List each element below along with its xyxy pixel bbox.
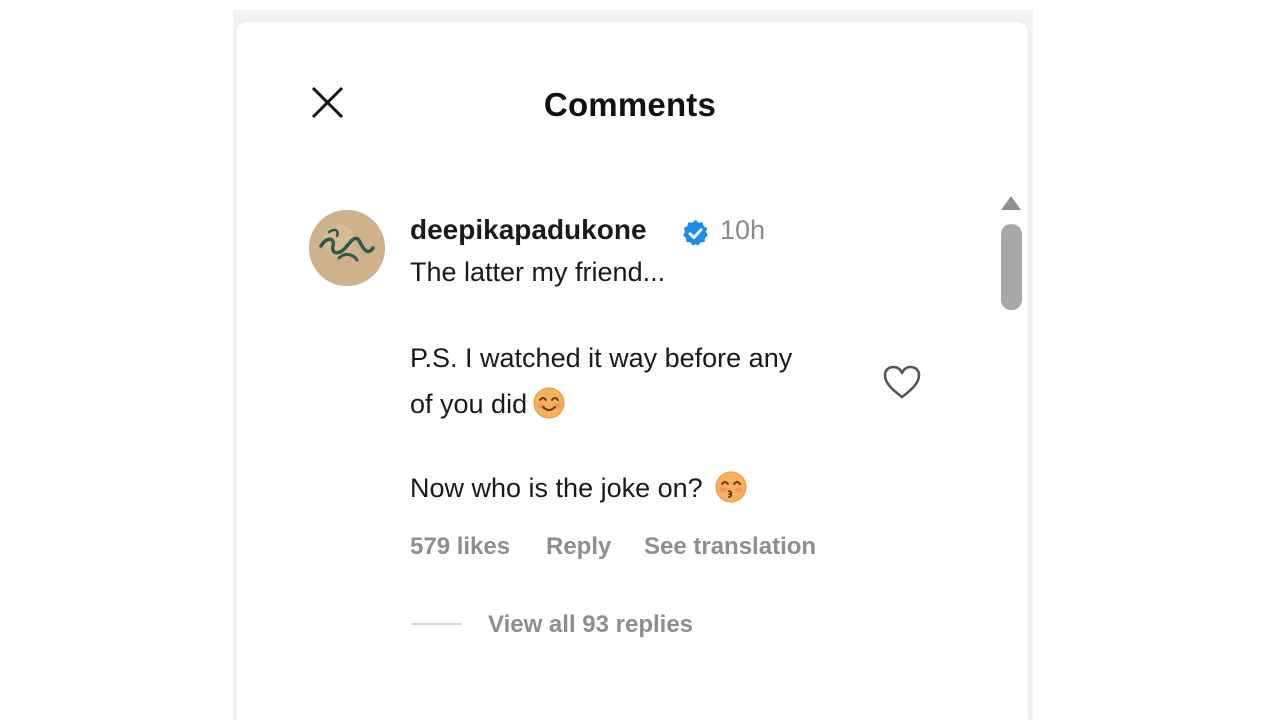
avatar[interactable] <box>309 210 385 286</box>
smiling-face-with-smiling-eyes-emoji <box>533 387 565 419</box>
close-icon <box>311 86 344 119</box>
comment-text-line-3-text: of you did <box>410 389 528 419</box>
avatar-image <box>309 210 385 286</box>
scrollbar-thumb[interactable] <box>1001 224 1022 310</box>
comment-text-line-2: P.S. I watched it way before any <box>410 343 793 373</box>
see-translation-button[interactable]: See translation <box>644 533 816 561</box>
comment-text-line-4: Now who is the joke on? <box>410 471 747 504</box>
username[interactable]: deepikapadukone <box>410 214 647 246</box>
verified-badge-icon <box>683 220 708 246</box>
comment-timestamp: 10h <box>720 215 766 245</box>
comment-text-line-1: The latter my friend... <box>410 257 666 287</box>
reply-button[interactable]: Reply <box>546 533 611 561</box>
likes-count[interactable]: 579 likes <box>410 533 510 561</box>
replies-divider <box>412 623 462 625</box>
view-all-replies-button[interactable]: View all 93 replies <box>488 611 693 639</box>
like-comment-button[interactable] <box>882 364 922 402</box>
kissing-face-with-smiling-eyes-emoji <box>715 471 747 503</box>
comment-text-line-4-text: Now who is the joke on? <box>410 473 703 503</box>
comment-text-line-3: of you did <box>410 387 565 420</box>
page-title: Comments <box>543 86 717 123</box>
close-button[interactable] <box>308 82 348 122</box>
scroll-up-arrow-icon[interactable] <box>999 193 1023 213</box>
heart-outline-icon <box>883 365 921 399</box>
